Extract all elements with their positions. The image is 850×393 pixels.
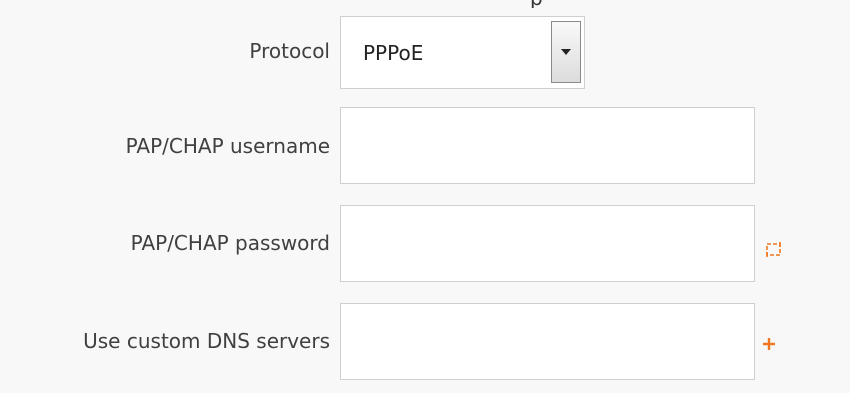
chevron-down-icon xyxy=(561,49,571,55)
username-label: PAP/CHAP username xyxy=(125,134,330,158)
password-label: PAP/CHAP password xyxy=(130,231,330,255)
plus-icon xyxy=(763,338,775,350)
dropdown-arrow-button[interactable] xyxy=(551,21,581,83)
reveal-password-icon[interactable] xyxy=(765,240,783,262)
protocol-label: Protocol xyxy=(249,39,330,63)
dns-label: Use custom DNS servers xyxy=(83,329,330,353)
protocol-select[interactable]: PPPoE xyxy=(340,16,585,89)
protocol-selected-value: PPPoE xyxy=(363,41,424,65)
add-dns-button[interactable] xyxy=(762,336,776,355)
network-interface-form: Protocol PPPoE PAP/CHAP username PAP/CHA… xyxy=(0,0,850,393)
username-input[interactable] xyxy=(340,107,755,184)
dns-server-input[interactable] xyxy=(340,303,755,380)
password-input[interactable] xyxy=(340,205,755,282)
